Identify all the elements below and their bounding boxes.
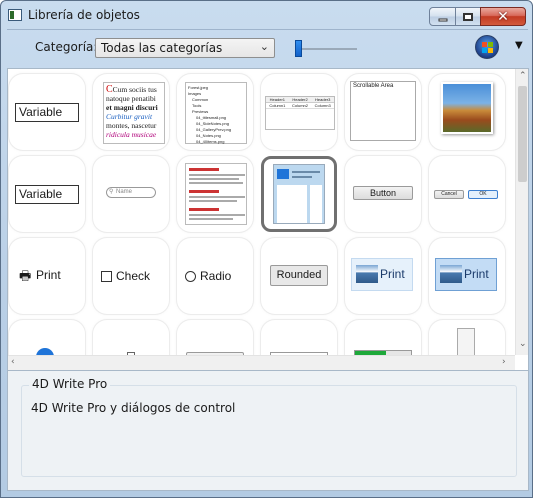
- tile-hierarchical-list[interactable]: Forest.jpeg Images Common Tools Previews…: [177, 74, 253, 150]
- styled-line: montes, nascetur: [106, 121, 157, 130]
- write-pro-area-icon: [273, 164, 325, 224]
- printer-icon: [440, 265, 462, 283]
- write-pro-document-icon: [185, 163, 247, 225]
- styled-line: et magni discuri: [106, 103, 158, 112]
- tile-write-pro-doc[interactable]: [177, 156, 253, 232]
- maximize-icon: [463, 12, 473, 21]
- styled-line: CCum sociis tus: [106, 84, 157, 95]
- tile-button[interactable]: Button: [345, 156, 421, 232]
- search-icon: ⚲: [109, 189, 114, 195]
- close-button[interactable]: ✕: [480, 7, 526, 26]
- scroll-up-icon[interactable]: ⌃: [519, 71, 527, 81]
- radio-icon: [185, 271, 196, 282]
- styled-text-preview: CCum sociis tus natoque penatibi et magn…: [103, 82, 165, 144]
- scrollable-area-label: Scrollable Area: [353, 83, 394, 89]
- category-select[interactable]: Todas las categorías ⌄: [95, 38, 275, 58]
- tile-radio-button[interactable]: Radio: [177, 238, 253, 314]
- list-header: Header2: [292, 97, 308, 102]
- tile-label: Print: [380, 267, 405, 281]
- menu-arrow-icon[interactable]: ▼: [515, 40, 523, 51]
- tile-search-field[interactable]: ⚲ Name: [93, 156, 169, 232]
- list-cell: Column1: [269, 103, 286, 108]
- printer-icon: [356, 265, 378, 283]
- info-panel: 4D Write Pro 4D Write Pro y diálogos de …: [7, 371, 529, 491]
- tile-label: Print: [464, 267, 489, 281]
- list-cell: Column2: [292, 103, 309, 108]
- caption-buttons: ✕: [429, 7, 526, 27]
- rounded-button-preview: Rounded: [270, 265, 328, 286]
- landscape-picture-icon: [441, 82, 493, 134]
- minimize-button[interactable]: [429, 7, 456, 26]
- minimize-icon: [438, 18, 447, 21]
- tile-scrollable-area[interactable]: Scrollable Area: [345, 74, 421, 150]
- horizontal-scrollbar[interactable]: ‹ ›: [8, 355, 515, 370]
- list-box-preview: Header1 Header2 Header3 Column1 Column2 …: [265, 96, 335, 130]
- toolbar-button-preview: Print: [351, 258, 413, 291]
- checkbox-icon: [101, 271, 112, 282]
- close-icon: ✕: [497, 8, 509, 25]
- tile-print-toolbar-button-pressed[interactable]: Print: [429, 238, 505, 314]
- zoom-slider-track[interactable]: [295, 48, 357, 50]
- toolbar-button-pressed-preview: Print: [435, 258, 497, 291]
- object-grid: Variable CCum sociis tus natoque penatib…: [7, 68, 529, 371]
- search-field-preview: ⚲ Name: [106, 187, 156, 198]
- scroll-left-icon[interactable]: ‹: [11, 357, 15, 367]
- printer-icon: 🖶: [19, 269, 32, 284]
- styled-line: Curbitur gravit: [106, 112, 153, 121]
- maximize-button[interactable]: [455, 7, 481, 26]
- zoom-slider-thumb[interactable]: [295, 40, 302, 57]
- button-preview: Button: [353, 186, 413, 200]
- windows-logo-icon[interactable]: [475, 35, 499, 59]
- tile-ok-cancel[interactable]: Cancel OK: [429, 156, 505, 232]
- file-entry: 04_40items.png: [196, 139, 225, 144]
- list-header: Header1: [269, 97, 285, 102]
- tile-styled-text[interactable]: CCum sociis tus natoque penatibi et magn…: [93, 74, 169, 150]
- tile-label: Variable: [15, 185, 79, 204]
- tile-label: Check: [116, 269, 151, 283]
- cancel-button-preview: Cancel: [434, 190, 464, 199]
- window-title: Librería de objetos: [28, 8, 140, 22]
- list-header: Header3: [315, 97, 331, 102]
- scroll-down-icon[interactable]: ⌄: [519, 339, 527, 349]
- scroll-right-icon[interactable]: ›: [502, 357, 506, 367]
- info-group-box: [21, 385, 517, 477]
- tile-label: Variable: [15, 103, 79, 122]
- toolbar: Categoría: Todas las categorías ⌄ ▼: [7, 29, 528, 65]
- tile-print-button[interactable]: 🖶 Print: [9, 238, 85, 314]
- title-bar[interactable]: Librería de objetos ✕: [1, 1, 532, 29]
- category-value: Todas las categorías: [101, 41, 223, 55]
- styled-line: ridicula musicae: [106, 130, 157, 139]
- vertical-scrollbar[interactable]: ⌃ ⌄: [515, 69, 528, 355]
- styled-line: natoque penatibi: [106, 94, 156, 103]
- tile-check-box[interactable]: Check: [93, 238, 169, 314]
- tile-variable-input-2[interactable]: Variable: [9, 156, 85, 232]
- category-label: Categoría:: [35, 40, 98, 54]
- tile-label: Print: [36, 268, 61, 282]
- info-title: 4D Write Pro: [29, 377, 111, 391]
- app-icon: [8, 9, 22, 21]
- scroll-thumb[interactable]: [518, 86, 527, 182]
- tile-picture[interactable]: [429, 74, 505, 150]
- chevron-down-icon: ⌄: [259, 40, 269, 53]
- tile-list-box[interactable]: Header1 Header2 Header3 Column1 Column2 …: [261, 74, 337, 150]
- object-library-window: Librería de objetos ✕ Categoría: Todas l…: [0, 0, 533, 498]
- tile-variable-input[interactable]: Variable: [9, 74, 85, 150]
- info-description: 4D Write Pro y diálogos de control: [31, 401, 236, 415]
- tile-print-toolbar-button[interactable]: Print: [345, 238, 421, 314]
- list-cell: Column3: [314, 103, 331, 108]
- hierarchical-list-preview: Forest.jpeg Images Common Tools Previews…: [185, 82, 247, 144]
- ok-button-preview: OK: [468, 190, 498, 199]
- tile-write-pro-selected[interactable]: [261, 156, 337, 232]
- scrollable-area-preview: Scrollable Area: [350, 81, 416, 141]
- tile-rounded-button[interactable]: Rounded: [261, 238, 337, 314]
- tile-label: Radio: [200, 269, 232, 283]
- search-placeholder: Name: [116, 189, 133, 195]
